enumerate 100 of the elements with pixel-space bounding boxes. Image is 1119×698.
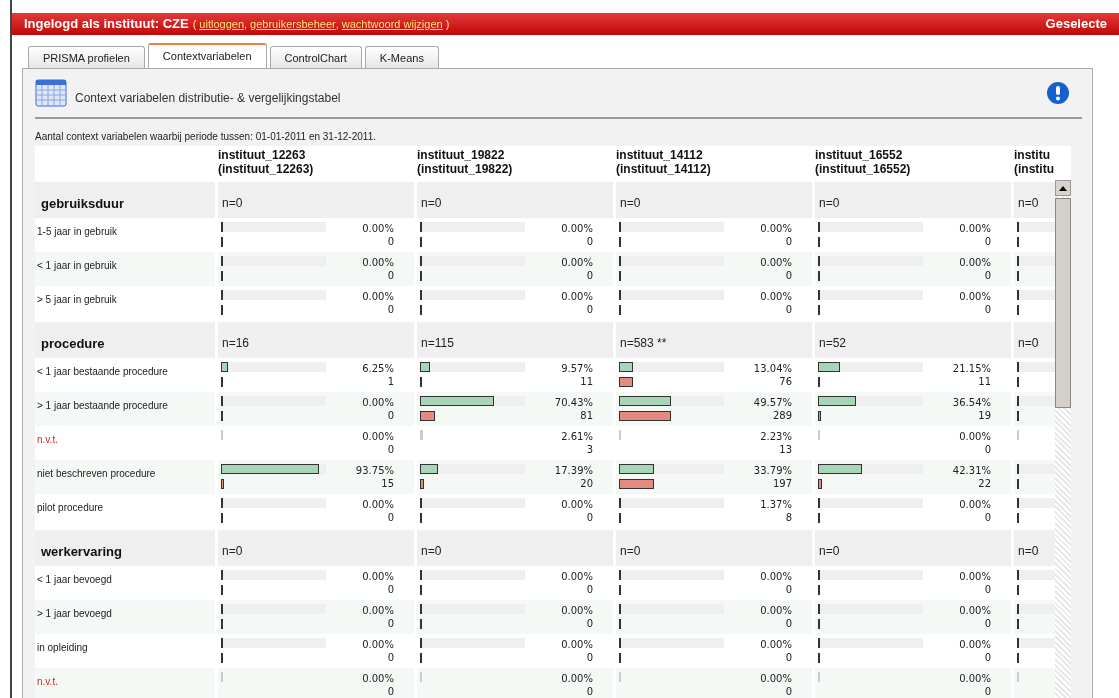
- count: 22: [977, 477, 991, 490]
- column-subheader: (instituut_12263): [218, 162, 315, 176]
- count: 0: [983, 685, 991, 698]
- count: 0: [983, 651, 991, 664]
- percentage: 0.00%: [958, 290, 991, 303]
- count: 0: [585, 511, 593, 524]
- count: 0: [386, 409, 394, 422]
- row-label: niet beschreven procedure: [35, 460, 215, 494]
- percentage: 0.00%: [361, 256, 394, 269]
- header-link[interactable]: uitloggen: [199, 15, 244, 33]
- group-count: n=115: [417, 322, 613, 358]
- scroll-thumb[interactable]: [1055, 198, 1071, 408]
- percentage: 0.00%: [958, 222, 991, 235]
- group-count: n=0: [815, 182, 1011, 218]
- count: 0: [585, 651, 593, 664]
- percentage: 0.00%: [958, 638, 991, 651]
- percentage: 0.00%: [958, 604, 991, 617]
- percentage: 33.79%: [752, 464, 792, 477]
- count: 11: [579, 375, 593, 388]
- column-header: instituut_16552: [815, 148, 904, 162]
- count: 0: [585, 303, 593, 316]
- group-count: n=0: [616, 530, 812, 566]
- count: 8: [784, 511, 792, 524]
- column-subheader: (instituut_19822): [417, 162, 514, 176]
- count: 15: [380, 477, 394, 490]
- tab[interactable]: K-Means: [364, 45, 439, 68]
- count: 0: [784, 269, 792, 282]
- column-header: instituut_19822: [417, 148, 506, 162]
- count: 197: [771, 477, 792, 490]
- count: 19: [977, 409, 991, 422]
- percentage: 0.00%: [759, 290, 792, 303]
- tab[interactable]: Contextvariabelen: [147, 42, 267, 68]
- percentage: 0.00%: [361, 672, 394, 685]
- percentage: 21.15%: [951, 362, 991, 375]
- row-label: < 1 jaar in gebruik: [35, 252, 215, 286]
- row-label: n.v.t.: [35, 668, 215, 698]
- percentage: 0.00%: [560, 604, 593, 617]
- percentage: 6.25%: [361, 362, 394, 375]
- count: 13: [778, 443, 792, 456]
- percentage: 0.00%: [361, 396, 394, 409]
- column-subheader: (instituut_14112): [616, 162, 712, 176]
- percentage: 93.75%: [354, 464, 394, 477]
- info-icon[interactable]: [1046, 81, 1070, 105]
- percentage: 0.00%: [560, 498, 593, 511]
- count: 0: [784, 617, 792, 630]
- count: 0: [983, 303, 991, 316]
- group-count: n=0: [1014, 322, 1055, 358]
- scrollbar[interactable]: [1055, 180, 1071, 698]
- percentage: 0.00%: [560, 222, 593, 235]
- percentage: 42.31%: [951, 464, 991, 477]
- percentage: 0.00%: [560, 638, 593, 651]
- count: 0: [784, 235, 792, 248]
- count: 81: [579, 409, 593, 422]
- scroll-up-icon[interactable]: [1059, 185, 1067, 191]
- count: 0: [386, 583, 394, 596]
- group-count: n=0: [417, 182, 613, 218]
- count: 0: [784, 685, 792, 698]
- group-count: n=0: [616, 182, 812, 218]
- percentage: 0.00%: [759, 672, 792, 685]
- percentage: 0.00%: [759, 604, 792, 617]
- count: 0: [386, 269, 394, 282]
- count: 3: [585, 443, 593, 456]
- percentage: 2.23%: [759, 430, 792, 443]
- tab[interactable]: PRISMA profielen: [28, 45, 145, 68]
- count: 0: [386, 443, 394, 456]
- header-link[interactable]: wachtwoord wijzigen: [341, 15, 443, 33]
- row-label: n.v.t.: [36, 433, 59, 447]
- percentage: 0.00%: [361, 604, 394, 617]
- header-link[interactable]: gebruikersbeheer: [250, 15, 336, 33]
- count: 0: [386, 511, 394, 524]
- row-label: 1-5 jaar in gebruik: [36, 225, 119, 239]
- percentage: 70.43%: [553, 396, 593, 409]
- percentage: 0.00%: [958, 256, 991, 269]
- column-subheader: (instituut_16552): [815, 162, 912, 176]
- group-header: procedure: [35, 322, 215, 358]
- group-count: n=0: [815, 530, 1011, 566]
- separator: ,: [335, 16, 339, 32]
- group-count: n=0: [218, 530, 414, 566]
- percentage: 0.00%: [759, 256, 792, 269]
- row-label: > 5 jaar in gebruik: [36, 293, 118, 307]
- count: 0: [386, 235, 394, 248]
- selection-label: Geselecte: [1045, 15, 1107, 34]
- group-count: n=583 **: [616, 322, 812, 358]
- percentage: 0.00%: [361, 570, 394, 583]
- count: 0: [585, 685, 593, 698]
- count: 0: [585, 235, 593, 248]
- bracket: ): [445, 16, 450, 32]
- tab[interactable]: ControlChart: [269, 45, 362, 68]
- percentage: 0.00%: [560, 256, 593, 269]
- count: 0: [386, 685, 394, 698]
- percentage: 1.37%: [759, 498, 792, 511]
- row-label: > 1 jaar bestaande procedure: [35, 392, 215, 426]
- column-subheader: (institu: [1014, 162, 1055, 176]
- row-label: pilot procedure: [36, 501, 105, 515]
- separator: ,: [244, 16, 248, 32]
- count: 0: [585, 617, 593, 630]
- count: 1: [386, 375, 394, 388]
- percentage: 13.04%: [752, 362, 792, 375]
- group-count: n=0: [1014, 182, 1055, 218]
- count: 0: [386, 651, 394, 664]
